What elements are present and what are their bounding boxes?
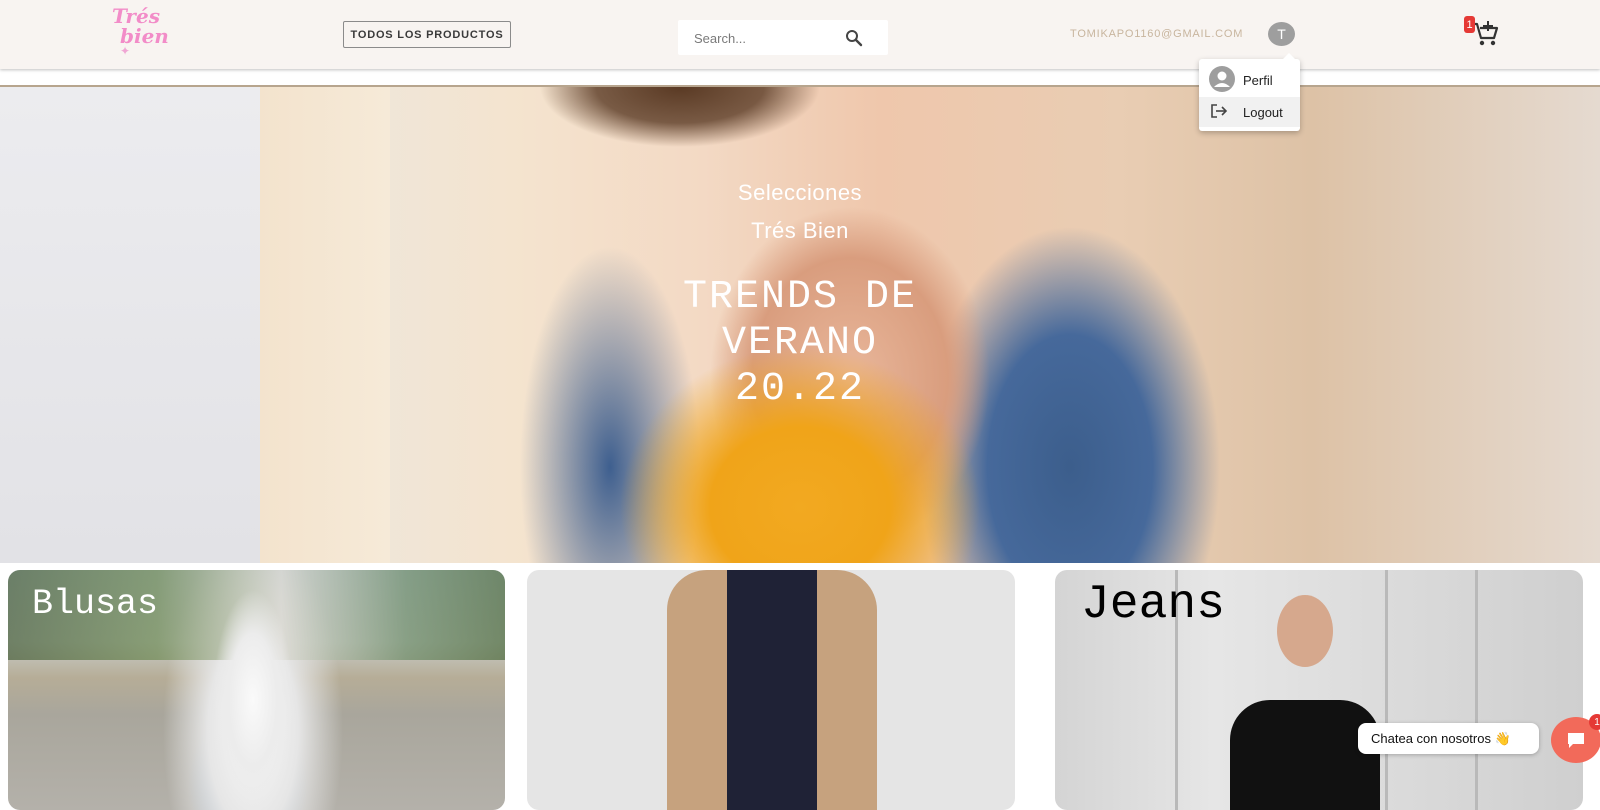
cart-badge: 1 — [1464, 16, 1475, 33]
category-label: Jeans — [1081, 578, 1226, 632]
card-background-plank — [1385, 570, 1388, 810]
hero-subtitle-line1: Selecciones — [737, 180, 863, 205]
search-box — [678, 20, 888, 57]
hero-banner: Selecciones Trés Bien TRENDS DE VERANO 2… — [0, 87, 1600, 563]
logo-line1: Trés — [112, 4, 160, 28]
hero-headline-line1: TRENDS DE — [682, 275, 918, 320]
brand-logo[interactable]: Trés bien ✦ — [112, 4, 174, 60]
chat-badge: 1 — [1589, 714, 1600, 730]
card-model-image — [1277, 595, 1333, 667]
user-email: TOMIKAPO1160@GMAIL.COM — [1070, 28, 1244, 40]
menu-item-label: Perfil — [1243, 72, 1273, 88]
menu-item-logout[interactable]: Logout — [1199, 97, 1300, 127]
cart-button[interactable]: 1 — [1464, 16, 1500, 48]
category-card-jeans[interactable]: Jeans — [1055, 570, 1583, 810]
logo-line2: bien — [120, 24, 169, 48]
card-dress-image — [1230, 700, 1380, 810]
logout-icon — [1209, 103, 1229, 122]
hero-text: Selecciones Trés Bien TRENDS DE VERANO 2… — [0, 87, 1600, 563]
hero-headline: TRENDS DE VERANO 20.22 — [600, 275, 1000, 413]
search-icon[interactable] — [844, 28, 864, 48]
category-card-blusas[interactable]: Blusas — [8, 570, 505, 810]
hero-headline-line2: VERANO — [721, 321, 879, 366]
card-model-image — [213, 590, 293, 810]
hero-headline-line3: 20.22 — [734, 367, 866, 412]
chat-prompt-bubble[interactable]: Chatea con nosotros 👋 — [1358, 723, 1539, 754]
user-avatar[interactable]: T — [1268, 22, 1295, 46]
sparkle-icon: ✦ — [120, 44, 131, 58]
user-menu-dropdown: Perfil Logout — [1199, 53, 1300, 131]
all-products-button[interactable]: TODOS LOS PRODUCTOS — [343, 21, 511, 48]
top-navbar: Trés bien ✦ TODOS LOS PRODUCTOS TOMIKAPO… — [0, 0, 1600, 69]
category-card-coats[interactable] — [527, 570, 1015, 810]
search-input[interactable] — [692, 20, 846, 57]
hero-subtitle-line2: Trés Bien — [751, 218, 849, 243]
category-label: Blusas — [32, 584, 159, 624]
card-shirt-image — [727, 570, 817, 810]
chat-launcher-button[interactable]: 1 — [1551, 714, 1600, 763]
menu-item-perfil[interactable]: Perfil — [1199, 65, 1300, 95]
chat-icon — [1568, 733, 1584, 748]
account-circle-icon — [1209, 65, 1235, 95]
card-background-plank — [1475, 570, 1478, 810]
menu-item-label: Logout — [1243, 104, 1283, 120]
